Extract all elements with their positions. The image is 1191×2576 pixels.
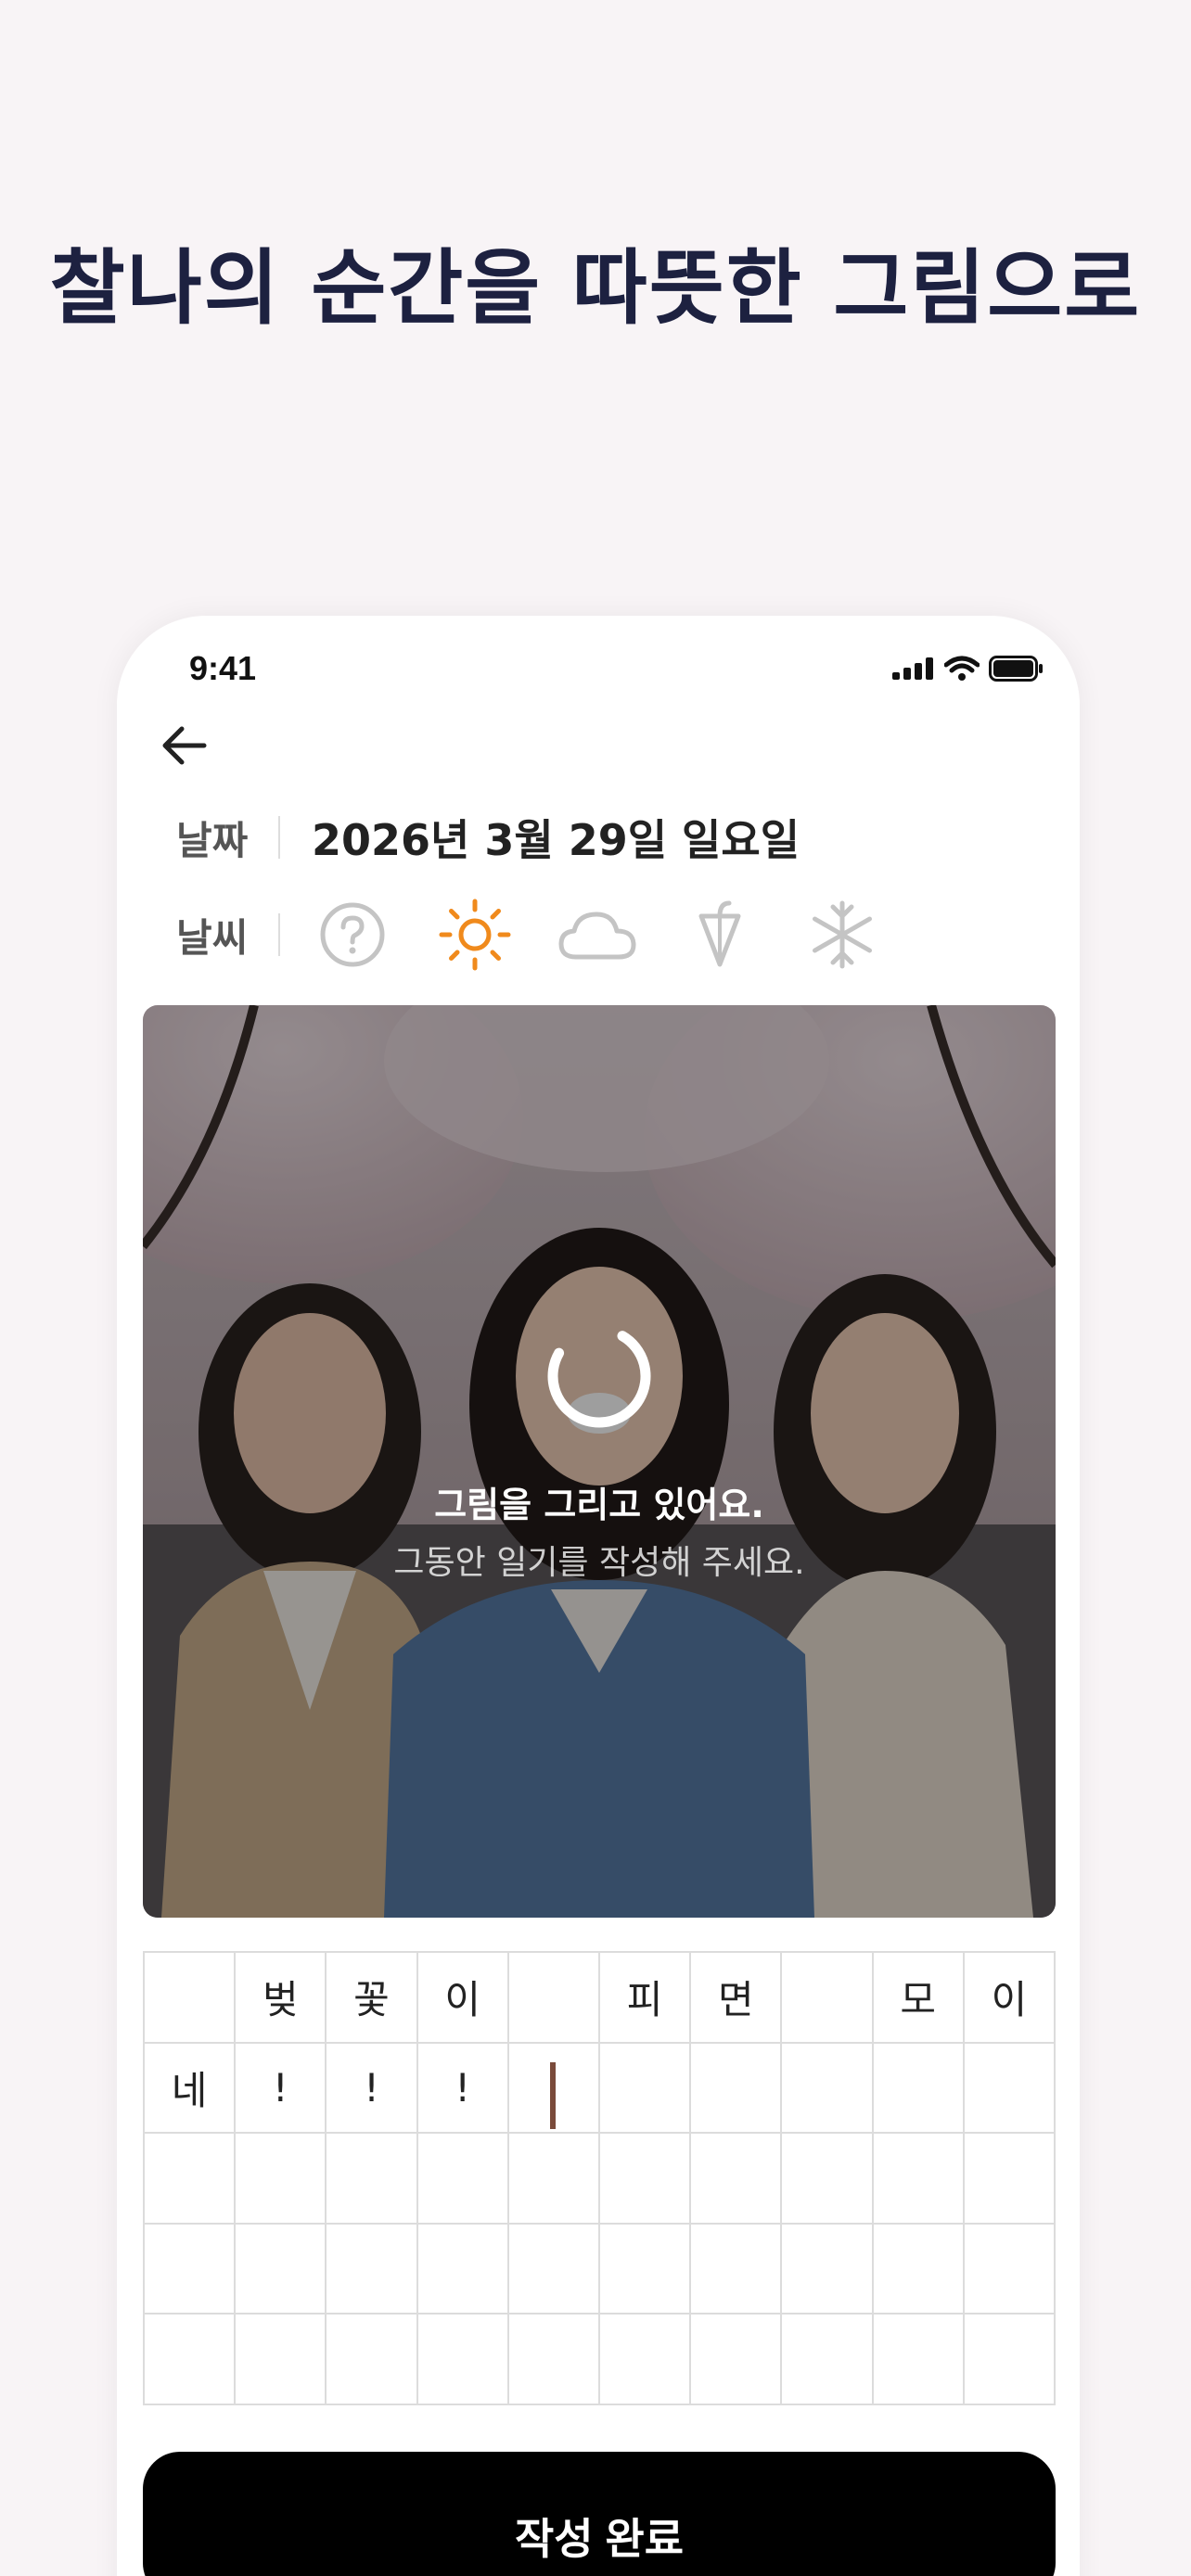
manuscript-cell[interactable] — [691, 2134, 783, 2225]
manuscript-cell[interactable] — [782, 2043, 874, 2135]
weather-row: 날씨 — [176, 894, 883, 976]
snowflake-icon — [813, 900, 872, 969]
manuscript-cell[interactable] — [145, 2224, 237, 2315]
page-headline: 찰나의 순간을 따뜻한 그림으로 — [49, 240, 1142, 336]
manuscript-cell[interactable] — [508, 2043, 600, 2135]
manuscript-cell[interactable] — [599, 2134, 692, 2225]
sun-icon — [439, 899, 511, 971]
manuscript-cell[interactable] — [236, 2134, 327, 2225]
weather-option-sunny[interactable] — [434, 894, 516, 976]
manuscript-cell[interactable] — [964, 2224, 1056, 2315]
manuscript-cell[interactable] — [964, 2134, 1056, 2225]
phone-frame: 9:41 날짜 2026년 3월 29일 일요일 날씨 그림을 그리고 있어요.… — [117, 616, 1080, 2576]
manuscript-cell[interactable] — [873, 2134, 965, 2225]
manuscript-cell[interactable]: ! — [236, 2043, 327, 2135]
manuscript-cell[interactable]: 이 — [417, 1953, 509, 2044]
loading-subtitle: 그동안 일기를 작성해 주세요. — [393, 1544, 805, 1582]
manuscript-cell[interactable] — [873, 2315, 965, 2405]
manuscript-cell[interactable] — [782, 1953, 874, 2044]
manuscript-cell[interactable]: ! — [327, 2043, 418, 2135]
manuscript-cell[interactable] — [145, 2315, 237, 2405]
manuscript-cell[interactable] — [599, 2315, 692, 2405]
manuscript-cell[interactable] — [782, 2134, 874, 2225]
manuscript-cell[interactable]: ! — [417, 2043, 509, 2135]
manuscript-cell[interactable] — [236, 2224, 327, 2315]
weather-option-cloudy[interactable] — [557, 894, 638, 976]
question-circle-icon — [320, 902, 385, 967]
manuscript-cell[interactable]: 벚 — [236, 1953, 327, 2044]
battery-icon — [989, 656, 1043, 682]
manuscript-cell[interactable]: 피 — [599, 1953, 692, 2044]
manuscript-cell[interactable] — [873, 2224, 965, 2315]
text-cursor — [549, 2061, 556, 2129]
manuscript-cell[interactable] — [508, 2224, 600, 2315]
generated-image-preview: 그림을 그리고 있어요. 그동안 일기를 작성해 주세요. — [143, 1005, 1056, 1918]
arrow-left-icon — [162, 726, 207, 765]
manuscript-cell[interactable] — [417, 2224, 509, 2315]
status-time: 9:41 — [189, 649, 257, 687]
submit-button[interactable]: 작성 완료 — [143, 2452, 1056, 2576]
manuscript-grid[interactable]: 벚 꽃 이 피 면 모 이 네!!! — [143, 1951, 1056, 2405]
manuscript-cell[interactable] — [145, 2134, 237, 2225]
manuscript-cell[interactable] — [599, 2224, 692, 2315]
manuscript-cell[interactable]: 이 — [964, 1953, 1056, 2044]
date-label: 날짜 — [176, 817, 249, 863]
manuscript-cell[interactable]: 꽃 — [327, 1953, 418, 2044]
manuscript-cell[interactable] — [782, 2224, 874, 2315]
loading-spinner-icon — [547, 1324, 651, 1428]
back-button[interactable] — [148, 710, 219, 781]
manuscript-cell[interactable] — [417, 2315, 509, 2405]
wifi-icon — [944, 656, 980, 681]
manuscript-cell[interactable] — [236, 2315, 327, 2405]
manuscript-cell[interactable] — [782, 2315, 874, 2405]
manuscript-cell[interactable] — [691, 2224, 783, 2315]
date-value[interactable]: 2026년 3월 29일 일요일 — [312, 807, 800, 868]
manuscript-cell[interactable] — [145, 1953, 237, 2044]
manuscript-cell[interactable] — [327, 2224, 418, 2315]
manuscript-cell[interactable] — [508, 1953, 600, 2044]
manuscript-cell[interactable]: 네 — [145, 2043, 237, 2135]
manuscript-cell[interactable] — [508, 2315, 600, 2405]
weather-label: 날씨 — [176, 914, 249, 961]
manuscript-cell[interactable] — [327, 2134, 418, 2225]
manuscript-cell[interactable]: 면 — [691, 1953, 783, 2044]
divider — [278, 913, 280, 956]
divider — [278, 816, 280, 859]
cloud-icon — [558, 912, 636, 960]
weather-option-snowy[interactable] — [801, 894, 883, 976]
manuscript-cell[interactable] — [691, 2043, 783, 2135]
manuscript-cell[interactable] — [599, 2043, 692, 2135]
loading-overlay — [143, 1005, 1056, 1918]
manuscript-cell[interactable]: 모 — [873, 1953, 965, 2044]
manuscript-cell[interactable] — [691, 2315, 783, 2405]
manuscript-cell[interactable] — [417, 2134, 509, 2225]
weather-option-unknown[interactable] — [312, 894, 393, 976]
weather-option-rainy[interactable] — [679, 894, 761, 976]
status-icons — [892, 655, 1044, 682]
umbrella-icon — [698, 900, 741, 967]
signal-icon — [892, 657, 933, 680]
manuscript-cell[interactable] — [964, 2315, 1056, 2405]
manuscript-cell[interactable] — [508, 2134, 600, 2225]
manuscript-cell[interactable] — [873, 2043, 965, 2135]
manuscript-cell[interactable] — [327, 2315, 418, 2405]
date-row: 날짜 2026년 3월 29일 일요일 — [176, 807, 800, 868]
loading-title: 그림을 그리고 있어요. — [434, 1485, 764, 1525]
weather-options — [312, 894, 883, 976]
manuscript-cell[interactable] — [964, 2043, 1056, 2135]
